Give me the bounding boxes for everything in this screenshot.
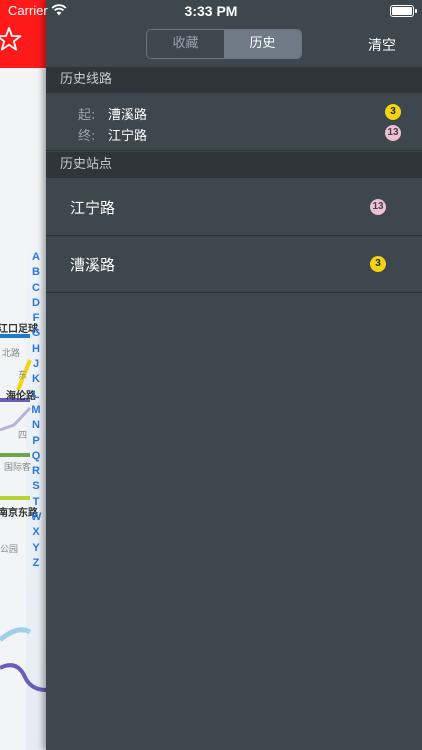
map-label: 四 bbox=[18, 431, 28, 441]
tab-favorites[interactable]: 收藏 bbox=[147, 30, 224, 58]
section-header-history-stations: 历史站点 bbox=[46, 152, 422, 178]
favorites-history-segmented-control[interactable]: 收藏 历史 bbox=[146, 29, 302, 59]
index-letter[interactable]: B bbox=[31, 265, 41, 280]
route-end-row: 终: 江宁路 bbox=[78, 125, 147, 144]
route-start-station: 漕溪路 bbox=[108, 108, 148, 123]
index-letter[interactable]: W bbox=[31, 510, 41, 525]
index-letter[interactable]: Z bbox=[31, 556, 41, 571]
index-letter[interactable]: Y bbox=[31, 541, 41, 556]
route-end-station: 江宁路 bbox=[108, 129, 148, 144]
index-letter[interactable]: J bbox=[31, 357, 41, 372]
index-letter[interactable]: P bbox=[31, 434, 41, 449]
status-bar: Carrier 3:33 PM bbox=[0, 0, 422, 24]
index-letter[interactable]: L bbox=[31, 388, 41, 403]
index-letter[interactable]: X bbox=[31, 525, 41, 540]
alphabet-index[interactable]: A B C D F G H J K L M N P Q R S T W X Y … bbox=[31, 250, 41, 571]
index-letter[interactable]: M bbox=[31, 403, 41, 418]
map-label: 北路 bbox=[2, 349, 21, 359]
section-header-history-routes: 历史线路 bbox=[46, 67, 422, 93]
clock: 3:33 PM bbox=[184, 3, 238, 19]
index-letter[interactable]: Q bbox=[31, 449, 41, 464]
history-station-item[interactable]: 漕溪路 3 bbox=[46, 236, 422, 293]
index-letter[interactable]: A bbox=[31, 250, 41, 265]
battery-icon bbox=[390, 5, 417, 17]
index-letter[interactable]: R bbox=[31, 464, 41, 479]
index-letter[interactable]: K bbox=[31, 372, 41, 387]
index-letter[interactable]: N bbox=[31, 418, 41, 433]
map-label: 公园 bbox=[0, 545, 19, 555]
station-name: 漕溪路 bbox=[70, 256, 116, 274]
index-letter[interactable]: D bbox=[31, 296, 41, 311]
line-3-badge: 3 bbox=[385, 104, 401, 120]
index-letter[interactable]: F bbox=[31, 311, 41, 326]
index-letter[interactable]: S bbox=[31, 479, 41, 494]
index-letter[interactable]: C bbox=[31, 281, 41, 296]
station-name: 江宁路 bbox=[70, 199, 116, 217]
line-3-badge: 3 bbox=[370, 256, 386, 272]
tab-history[interactable]: 历史 bbox=[224, 30, 301, 58]
line-13-badge: 13 bbox=[385, 125, 401, 141]
map-label: 东 bbox=[18, 371, 28, 381]
index-letter[interactable]: H bbox=[31, 342, 41, 357]
metro-map-background[interactable]: 江口足球 北路 东 海伦路 四 国际客 南京东路 公园 A B C D F G … bbox=[0, 0, 46, 750]
map-label: 国际客 bbox=[4, 463, 32, 473]
line-13-badge: 13 bbox=[370, 199, 386, 215]
clear-button[interactable]: 清空 bbox=[368, 35, 396, 55]
index-letter[interactable]: G bbox=[31, 326, 41, 341]
history-panel: 收藏 历史 清空 历史线路 起: 漕溪路 3 终: 江宁路 13 历史站点 江宁… bbox=[46, 0, 422, 750]
history-route-item[interactable]: 起: 漕溪路 3 终: 江宁路 13 bbox=[46, 94, 422, 151]
route-end-label: 终: bbox=[78, 129, 96, 144]
history-station-item[interactable]: 江宁路 13 bbox=[46, 179, 422, 236]
route-start-label: 起: bbox=[78, 108, 96, 123]
index-letter[interactable]: T bbox=[31, 495, 41, 510]
route-start-row: 起: 漕溪路 bbox=[78, 104, 147, 123]
